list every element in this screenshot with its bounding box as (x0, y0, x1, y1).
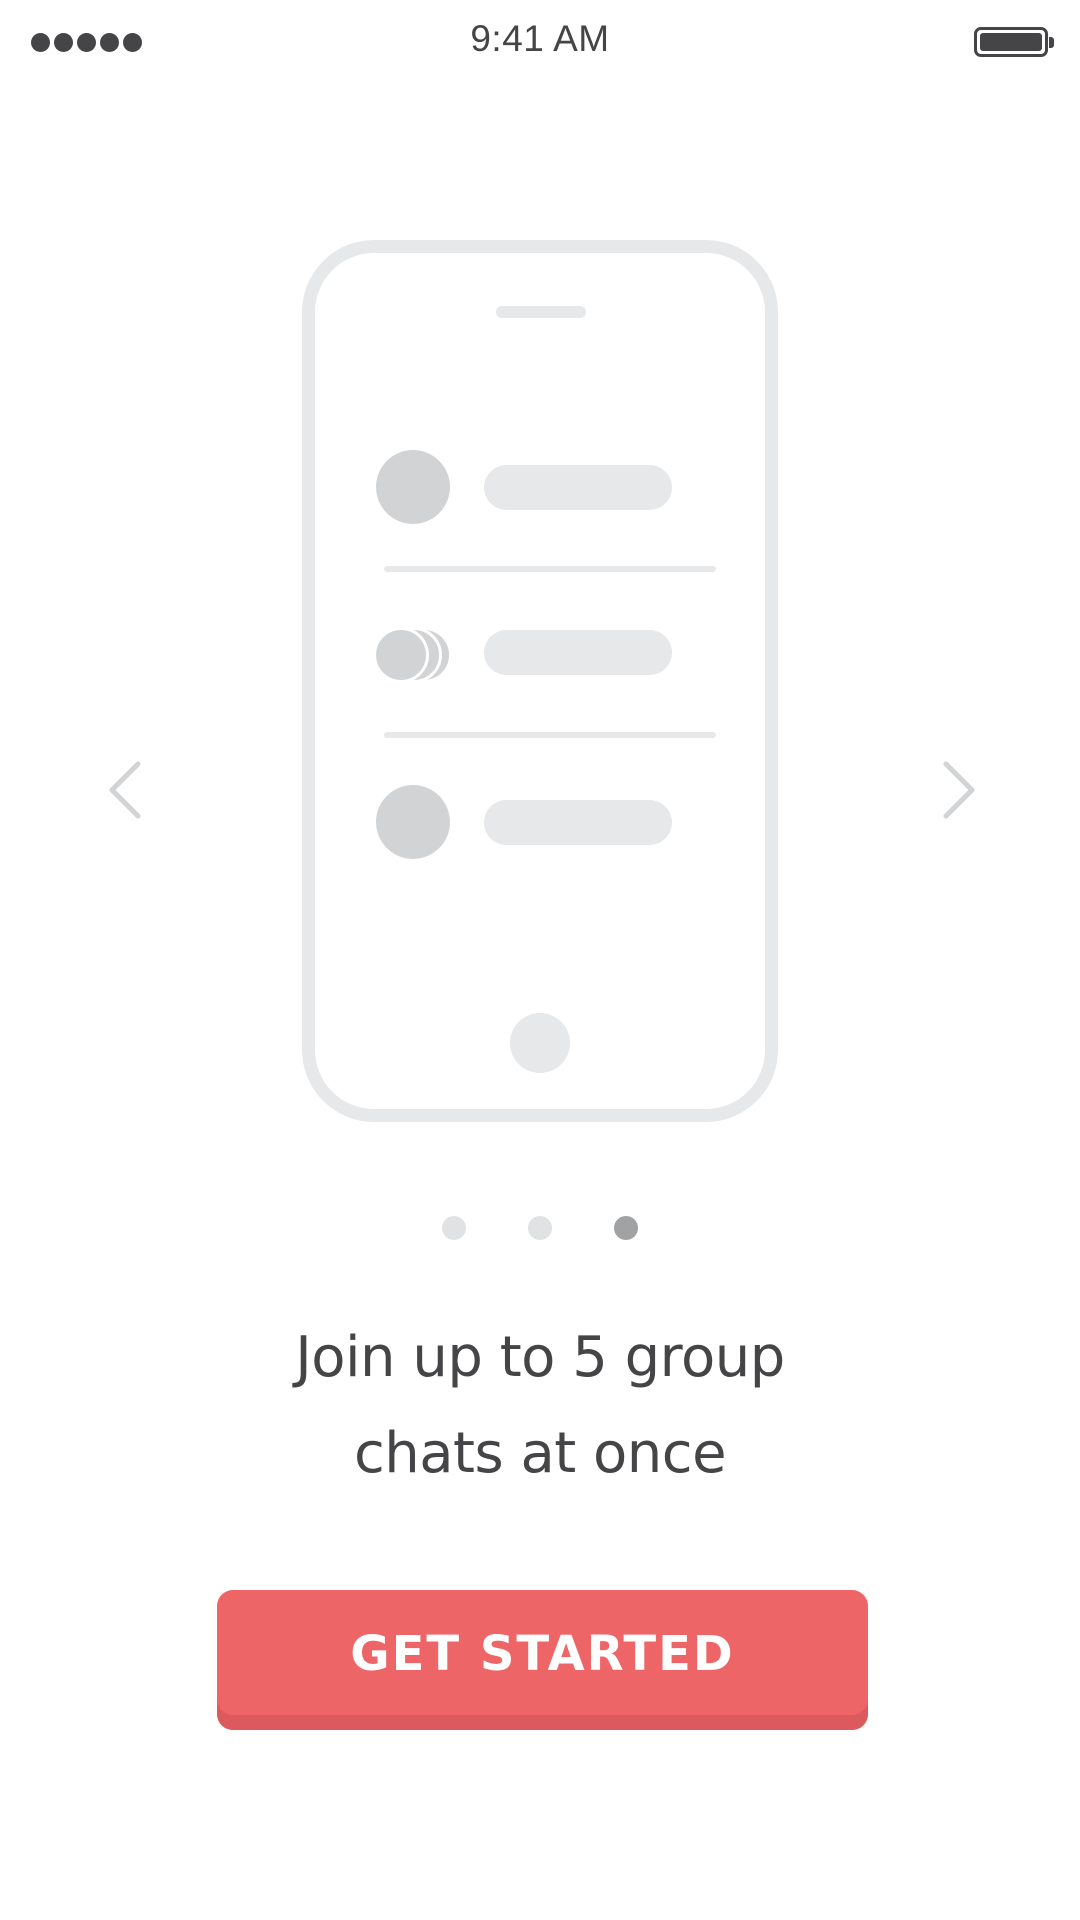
next-slide-button[interactable] (928, 760, 984, 820)
page-dot-3-active[interactable] (614, 1216, 638, 1240)
phone-speaker (496, 306, 586, 318)
status-bar: 9:41 AM (0, 0, 1080, 86)
avatar-placeholder (376, 785, 450, 859)
text-placeholder (484, 800, 672, 845)
page-dot-1[interactable] (442, 1216, 466, 1240)
chevron-right-icon (943, 761, 975, 819)
chat-placeholder-row (376, 785, 716, 859)
headline-line-2: chats at once (353, 1421, 727, 1486)
chat-placeholder-row (376, 450, 716, 524)
previous-slide-button[interactable] (100, 760, 156, 820)
divider (384, 732, 716, 738)
text-placeholder (484, 630, 672, 675)
battery-icon (974, 27, 1054, 57)
chat-placeholder-row (373, 615, 716, 689)
get-started-button[interactable]: GET STARTED (217, 1590, 868, 1730)
divider (384, 566, 716, 572)
onboarding-headline: Join up to 5 group chats at once (140, 1310, 940, 1502)
phone-home-button (510, 1013, 570, 1073)
phone-illustration (302, 240, 778, 1122)
page-indicator (0, 1216, 1080, 1240)
group-avatar-placeholder (373, 615, 452, 689)
page-dot-2[interactable] (528, 1216, 552, 1240)
text-placeholder (484, 465, 672, 510)
avatar-placeholder (376, 450, 450, 524)
headline-line-1: Join up to 5 group (295, 1325, 785, 1390)
status-time: 9:41 AM (470, 18, 610, 59)
chevron-left-icon (109, 761, 141, 819)
